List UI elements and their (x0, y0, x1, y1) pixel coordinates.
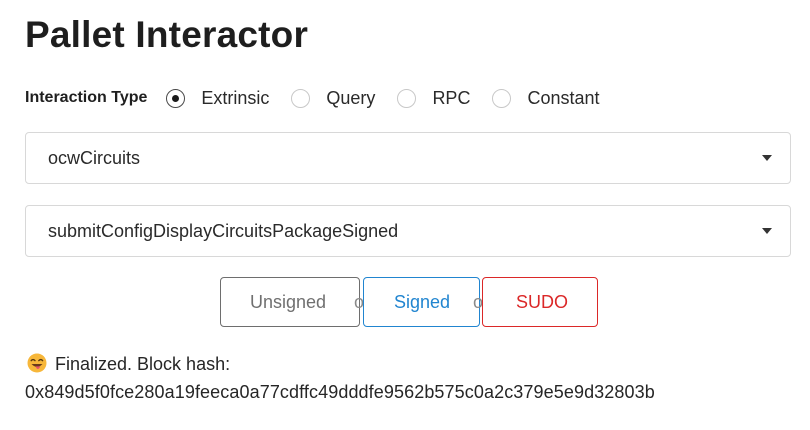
pallet-dropdown[interactable]: ocwCircuits (25, 132, 791, 184)
grinning-face-with-tongue-icon (27, 353, 47, 373)
sudo-button-label: SUDO (516, 291, 569, 312)
interaction-type-label: Interaction Type (25, 89, 148, 106)
signed-button-label: Signed (394, 291, 451, 312)
radio-label-extrinsic[interactable]: Extrinsic (201, 88, 269, 109)
page-title: Pallet Interactor (25, 14, 309, 55)
radio-rpc[interactable]: RPC (397, 88, 470, 109)
radio-button[interactable] (492, 88, 512, 108)
block-hash: 0x849d5f0fce280a19feeca0a77cdffc49dddfe9… (25, 382, 655, 402)
caret-down-icon (762, 155, 772, 161)
unsigned-button-label: Unsigned (250, 291, 327, 312)
radio-extrinsic[interactable]: Extrinsic (166, 88, 269, 109)
radio-label-rpc[interactable]: RPC (432, 88, 470, 109)
caret-down-icon (762, 228, 772, 234)
sudo-button[interactable]: SUDO (482, 277, 598, 327)
callable-dropdown[interactable]: submitConfigDisplayCircuitsPackageSigned (25, 205, 791, 257)
pallet-dropdown-value: ocwCircuits (48, 147, 141, 168)
signed-button[interactable]: Signed or (363, 277, 489, 327)
unsigned-button[interactable]: Unsigned or (220, 277, 370, 327)
callable-dropdown-value: submitConfigDisplayCircuitsPackageSigned (48, 220, 399, 241)
radio-button-checked[interactable] (166, 88, 186, 108)
tx-status: Finalized. Block hash: 0x849d5f0fce280a1… (25, 350, 655, 406)
radio-query[interactable]: Query (291, 88, 375, 109)
radio-button[interactable] (397, 88, 417, 108)
radio-label-constant[interactable]: Constant (527, 88, 599, 109)
status-text: Finalized. Block hash: (55, 354, 231, 374)
radio-label-query[interactable]: Query (326, 88, 375, 109)
radio-button[interactable] (291, 88, 311, 108)
interaction-type-row: Interaction Type Extrinsic Query RPC Con… (25, 84, 622, 112)
radio-constant[interactable]: Constant (492, 88, 600, 109)
tx-button-group: Unsigned or Signed or SUDO (220, 277, 598, 327)
